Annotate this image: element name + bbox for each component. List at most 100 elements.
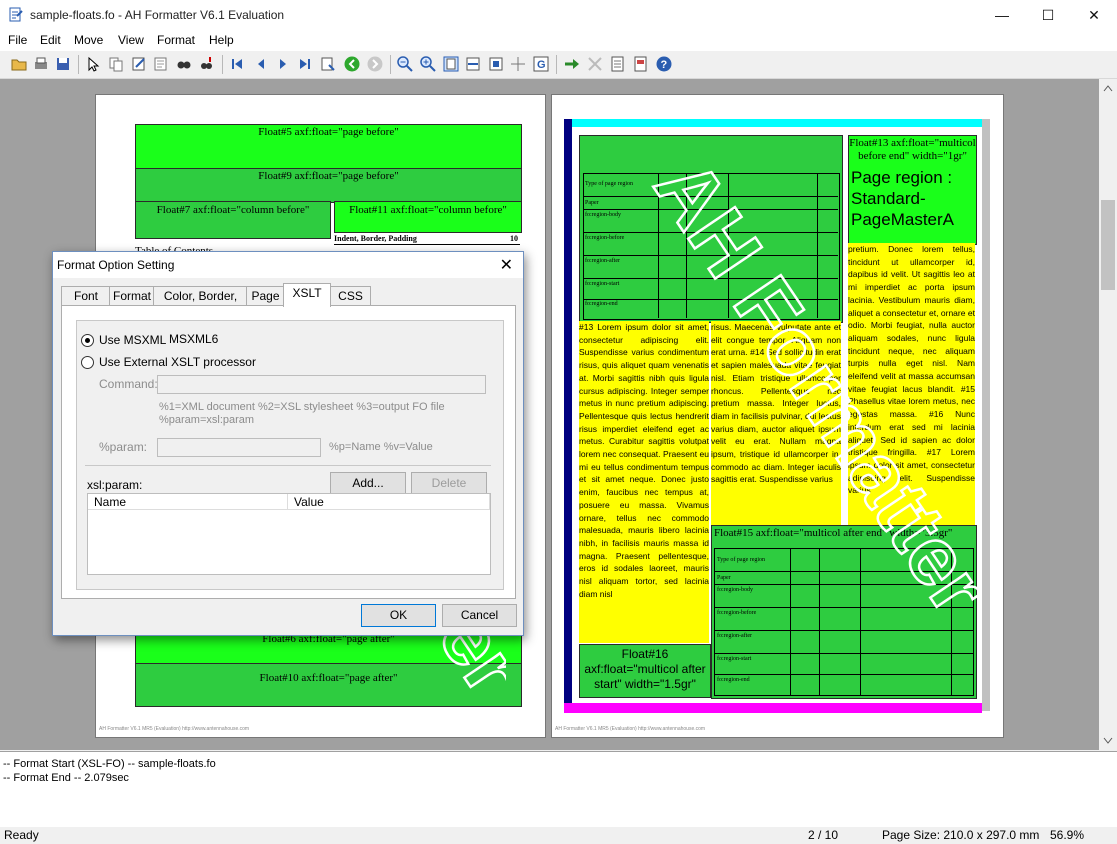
menu-bar: File Edit Move View Format Help [0,31,1117,51]
column-header-value[interactable]: Value [288,494,490,510]
title-bar: sample-floats.fo - AH Formatter V6.1 Eva… [0,0,1117,31]
menu-move[interactable]: Move [74,33,103,47]
delete-button[interactable]: Delete [411,472,487,495]
toolbar-separator [78,55,79,74]
ok-button[interactable]: OK [361,604,436,627]
dialog-title: Format Option Setting [57,258,175,272]
page-footer: AH Formatter V6.1 MR5 (Evaluation) http:… [555,726,706,732]
float5-label: Float#5 axf:float="page before" [258,126,399,138]
xslt-settings-group: Use MSXML MSXML6 Use External XSLT proce… [76,320,504,590]
back-icon[interactable] [343,55,361,73]
window-title: sample-floats.fo - AH Formatter V6.1 Eva… [30,8,285,22]
cancel-button[interactable]: Cancel [442,604,517,627]
dialog-close-icon[interactable]: ✕ [500,255,513,275]
page-size-indicator: Page Size: 210.0 x 297.0 mm [882,828,1040,842]
log-pane[interactable]: -- Format Start (XSL-FO) -- sample-float… [0,751,1117,828]
format-run-icon[interactable] [563,55,581,73]
go-to-page-icon[interactable] [319,55,337,73]
tab-xslt[interactable]: XSLT [283,283,331,307]
toolbar-separator [390,55,391,74]
prev-page-icon[interactable] [252,55,270,73]
param-hint: %p=Name %v=Value [329,441,433,453]
settings-doc-icon[interactable] [152,55,170,73]
tab-css[interactable]: CSS [330,286,371,306]
last-page-icon[interactable] [296,55,314,73]
use-msxml-label[interactable]: Use MSXML [99,333,166,347]
log-line: -- Format End -- 2.079sec [3,772,129,784]
command-label: Command: [99,377,158,391]
find-icon[interactable] [175,55,193,73]
open-icon[interactable] [10,55,28,73]
tab-page[interactable]: Page [246,286,285,306]
use-external-radio[interactable] [81,356,94,369]
app-icon [9,7,23,22]
fit-page-icon[interactable] [442,55,460,73]
toolbar-separator [556,55,557,74]
menu-help[interactable]: Help [209,33,234,47]
param-field[interactable] [157,438,321,457]
watermark-text: AH Formatter [637,144,992,629]
select-text-icon[interactable] [85,55,103,73]
menu-view[interactable]: View [118,33,144,47]
menu-file[interactable]: File [8,33,27,47]
tab-font[interactable]: Font [61,286,111,306]
close-button[interactable]: ✕ [1071,0,1117,31]
crosshair-icon[interactable] [509,55,527,73]
xsl-param-list[interactable]: Name Value [87,493,491,575]
column-header-name[interactable]: Name [88,494,288,510]
zoom-indicator: 56.9% [1050,828,1085,842]
print-icon[interactable] [32,55,50,73]
msxml-version: MSXML6 [169,332,219,346]
scroll-up-icon[interactable] [1103,84,1113,92]
minimize-button[interactable]: — [979,0,1025,31]
toolbar: G ? [0,51,1117,79]
forward-icon[interactable] [366,55,384,73]
zoom-out-icon[interactable] [396,55,414,73]
command-field[interactable] [157,375,486,394]
svg-text:?: ? [661,59,668,71]
first-page-icon[interactable] [228,55,246,73]
add-button[interactable]: Add... [330,472,406,495]
copy-icon[interactable] [107,55,125,73]
menu-format[interactable]: Format [157,33,195,47]
divider [85,465,491,466]
log-line: -- Format Start (XSL-FO) -- sample-float… [3,758,216,770]
use-msxml-radio[interactable] [81,334,94,347]
format-option-dialog: Format Option Setting ✕ Font Format Colo… [52,251,524,636]
properties-icon[interactable] [609,55,627,73]
toc-line-page: 10 [510,234,518,243]
stop-icon[interactable] [586,55,604,73]
scrollbar-thumb[interactable] [1101,200,1115,290]
grid-icon[interactable]: G [532,55,550,73]
tab-color-border-unit[interactable]: Color, Border, Unit [153,286,248,322]
zoom-in-icon[interactable] [419,55,437,73]
maximize-button[interactable]: ☐ [1025,0,1071,31]
use-external-label[interactable]: Use External XSLT processor [99,355,256,369]
page-right: Type of page region Paper fo:region-body… [551,94,1004,738]
vertical-scrollbar[interactable] [1099,79,1117,750]
menu-edit[interactable]: Edit [40,33,61,47]
fit-width-icon[interactable] [464,55,482,73]
scroll-down-icon[interactable] [1103,737,1113,745]
xsl-param-label: xsl:param: [87,478,143,492]
next-page-icon[interactable] [274,55,292,73]
page-footer: AH Formatter V6.1 MR5 (Evaluation) http:… [99,726,250,732]
param-label: %param: [99,440,148,454]
dialog-title-bar: Format Option Setting ✕ [53,252,523,278]
toolbar-separator [222,55,223,74]
edit-option-icon[interactable] [130,55,148,73]
command-hint-2: %param=xsl:param [159,414,255,426]
region-start-band [564,119,572,711]
find-next-icon[interactable] [198,55,216,73]
xslt-tab-panel: Use MSXML MSXML6 Use External XSLT proce… [61,305,516,599]
status-bar: Ready 2 / 10 Page Size: 210.0 x 297.0 mm… [0,827,1117,844]
watermark-right: AH Formatter [636,143,992,631]
page-indicator: 2 / 10 [808,828,839,842]
command-hint-1: %1=XML document %2=XSL stylesheet %3=out… [159,401,445,413]
document-info-icon[interactable] [632,55,650,73]
help-icon[interactable]: ? [655,55,673,73]
actual-size-icon[interactable] [487,55,505,73]
status-text: Ready [4,828,39,842]
save-icon[interactable] [54,55,72,73]
tab-format[interactable]: Format [109,286,155,306]
